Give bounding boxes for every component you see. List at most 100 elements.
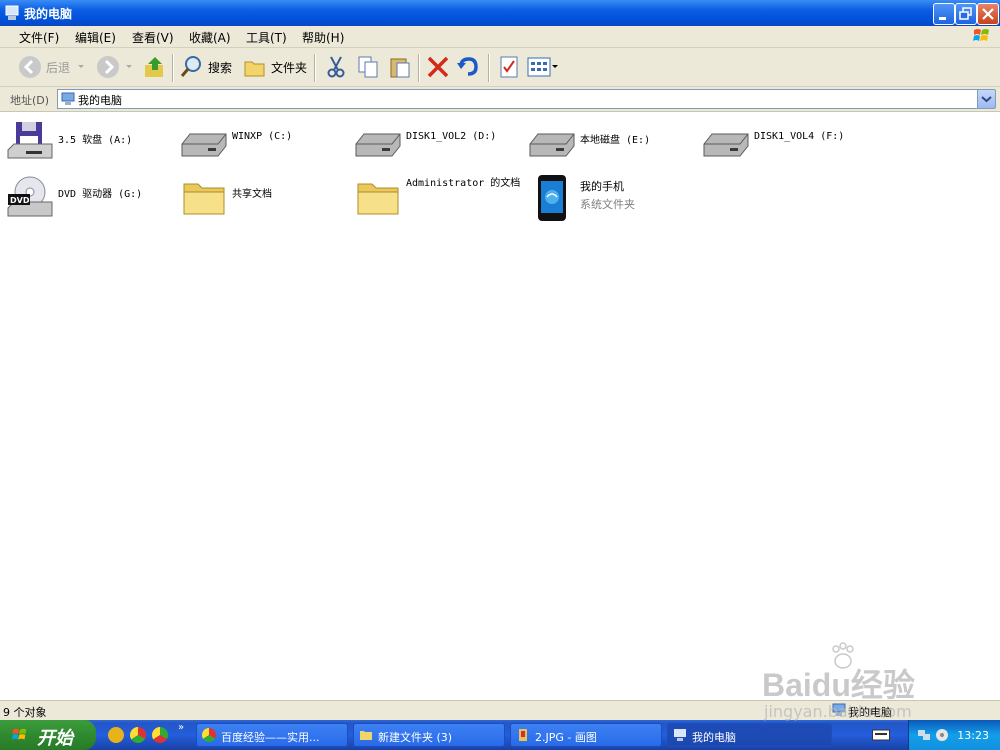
menu-help[interactable]: 帮助(H) bbox=[302, 29, 344, 46]
drive-f[interactable]: DISK1_VOL4 (F:) bbox=[702, 120, 872, 170]
drive-d[interactable]: DISK1_VOL2 (D:) bbox=[354, 120, 524, 170]
cut-button[interactable] bbox=[324, 52, 348, 82]
start-button[interactable]: 开始 bbox=[0, 720, 96, 750]
item-name: 3.5 软盘 (A:) bbox=[58, 135, 133, 146]
menu-tools[interactable]: 工具(T) bbox=[246, 29, 287, 46]
menu-favorites[interactable]: 收藏(A) bbox=[189, 29, 231, 46]
chevron-down-icon bbox=[552, 65, 558, 68]
quicklaunch-chrome-icon[interactable] bbox=[130, 727, 146, 743]
keyboard-icon[interactable] bbox=[872, 729, 890, 741]
windows-logo-icon bbox=[973, 29, 989, 41]
folders-button[interactable]: 文件夹 bbox=[243, 52, 307, 82]
phone-icon bbox=[538, 175, 566, 221]
drive-g[interactable]: DVD DVD 驱动器 (G:) bbox=[6, 174, 176, 224]
address-input[interactable]: 我的电脑 bbox=[57, 89, 979, 109]
hard-disk-icon bbox=[529, 133, 575, 157]
start-label: 开始 bbox=[37, 728, 73, 749]
paint-icon bbox=[519, 729, 527, 741]
chevron-down-icon bbox=[78, 65, 85, 68]
back-arrow-icon bbox=[19, 56, 41, 78]
computer-icon bbox=[674, 729, 686, 741]
computer-icon bbox=[61, 92, 75, 105]
menu-view[interactable]: 查看(V) bbox=[132, 29, 174, 46]
quicklaunch-add-icon[interactable] bbox=[108, 727, 124, 743]
delete-icon bbox=[427, 56, 449, 78]
undo-button[interactable] bbox=[456, 52, 480, 82]
toolbar: 后退 搜索 文件夹 bbox=[0, 48, 1000, 87]
restore-button[interactable] bbox=[955, 3, 977, 25]
address-value: 我的电脑 bbox=[78, 94, 122, 107]
search-button[interactable]: 搜索 bbox=[180, 52, 232, 82]
windows-logo-icon bbox=[11, 728, 27, 740]
item-name: WINXP (C:) bbox=[232, 131, 293, 142]
properties-button[interactable] bbox=[497, 52, 521, 82]
quicklaunch-more-icon[interactable]: » bbox=[178, 722, 184, 733]
watermark-brand: Baidu经验 bbox=[762, 667, 915, 703]
folder-icon bbox=[357, 183, 399, 215]
search-icon bbox=[180, 56, 201, 77]
network-icon[interactable] bbox=[917, 728, 931, 742]
floppy-drive-icon bbox=[7, 122, 53, 159]
task-folder[interactable]: 新建文件夹 (3) bbox=[353, 723, 505, 747]
address-label: 地址(D) bbox=[10, 94, 50, 107]
file-list[interactable]: 3.5 软盘 (A:) WINXP (C:) DISK1_VOL2 (D:) 本… bbox=[0, 112, 1000, 698]
address-bar: 地址(D) 我的电脑 bbox=[0, 87, 1000, 112]
item-name: DISK1_VOL2 (D:) bbox=[406, 131, 497, 142]
back-button[interactable]: 后退 bbox=[18, 52, 86, 82]
chrome-icon bbox=[202, 728, 216, 742]
copy-icon bbox=[358, 56, 378, 78]
hard-disk-icon bbox=[181, 133, 227, 157]
hard-disk-icon bbox=[355, 133, 401, 157]
item-name: DVD 驱动器 (G:) bbox=[58, 189, 143, 200]
object-count: 9 个对象 bbox=[3, 706, 47, 719]
close-button[interactable] bbox=[977, 3, 999, 25]
shared-documents[interactable]: 共享文档 bbox=[180, 174, 350, 224]
drive-e[interactable]: 本地磁盘 (E:) bbox=[528, 120, 698, 170]
watermark-url: jingyan.baidu.com bbox=[764, 702, 912, 721]
close-icon bbox=[982, 8, 994, 20]
volume-icon[interactable] bbox=[935, 728, 949, 742]
menu-bar: 文件(F) 编辑(E) 查看(V) 收藏(A) 工具(T) 帮助(H) bbox=[0, 26, 1000, 48]
copy-button[interactable] bbox=[356, 52, 380, 82]
my-phone[interactable]: 我的手机 系统文件夹 bbox=[528, 174, 698, 224]
minimize-icon bbox=[939, 17, 946, 20]
paste-icon bbox=[390, 58, 410, 78]
menu-file[interactable]: 文件(F) bbox=[19, 29, 59, 46]
up-folder-button[interactable] bbox=[143, 52, 167, 82]
item-name: 我的手机 bbox=[580, 180, 624, 193]
task-label: 新建文件夹 (3) bbox=[378, 731, 453, 744]
computer-icon bbox=[5, 5, 19, 20]
folder-icon bbox=[360, 731, 372, 740]
folder-icon bbox=[183, 183, 225, 215]
taskbar: 开始 » 百度经验——实用... 新建文件夹 (3) 2.JPG - 画图 我的… bbox=[0, 720, 1000, 750]
paste-button[interactable] bbox=[388, 52, 412, 82]
clock: 13:23 bbox=[957, 729, 989, 742]
administrator-documents[interactable]: Administrator 的文档 bbox=[354, 174, 524, 224]
window-title: 我的电脑 bbox=[24, 7, 73, 21]
delete-button[interactable] bbox=[426, 52, 450, 82]
views-button[interactable] bbox=[527, 52, 559, 82]
item-name: DISK1_VOL4 (F:) bbox=[754, 131, 845, 142]
task-my-computer[interactable]: 我的电脑 bbox=[667, 723, 832, 747]
forward-button[interactable] bbox=[96, 52, 134, 82]
search-label: 搜索 bbox=[208, 60, 233, 75]
forward-arrow-icon bbox=[97, 56, 119, 78]
title-bar[interactable]: 我的电脑 bbox=[0, 0, 1000, 26]
menu-edit[interactable]: 编辑(E) bbox=[75, 29, 116, 46]
drive-a[interactable]: 3.5 软盘 (A:) bbox=[6, 120, 176, 170]
task-paint[interactable]: 2.JPG - 画图 bbox=[510, 723, 662, 747]
quicklaunch-chrome-icon[interactable] bbox=[152, 727, 168, 743]
views-icon bbox=[527, 57, 551, 77]
drive-c[interactable]: WINXP (C:) bbox=[180, 120, 350, 170]
undo-icon bbox=[457, 57, 478, 76]
item-name: 本地磁盘 (E:) bbox=[580, 135, 651, 146]
minimize-button[interactable] bbox=[933, 3, 955, 25]
task-browser[interactable]: 百度经验——实用... bbox=[196, 723, 348, 747]
back-label: 后退 bbox=[46, 60, 71, 75]
properties-icon bbox=[500, 56, 518, 78]
restore-icon bbox=[959, 7, 972, 20]
folders-label: 文件夹 bbox=[271, 60, 308, 75]
up-folder-icon bbox=[145, 57, 163, 77]
chevron-down-icon bbox=[126, 65, 132, 68]
address-dropdown-button[interactable] bbox=[977, 89, 996, 109]
